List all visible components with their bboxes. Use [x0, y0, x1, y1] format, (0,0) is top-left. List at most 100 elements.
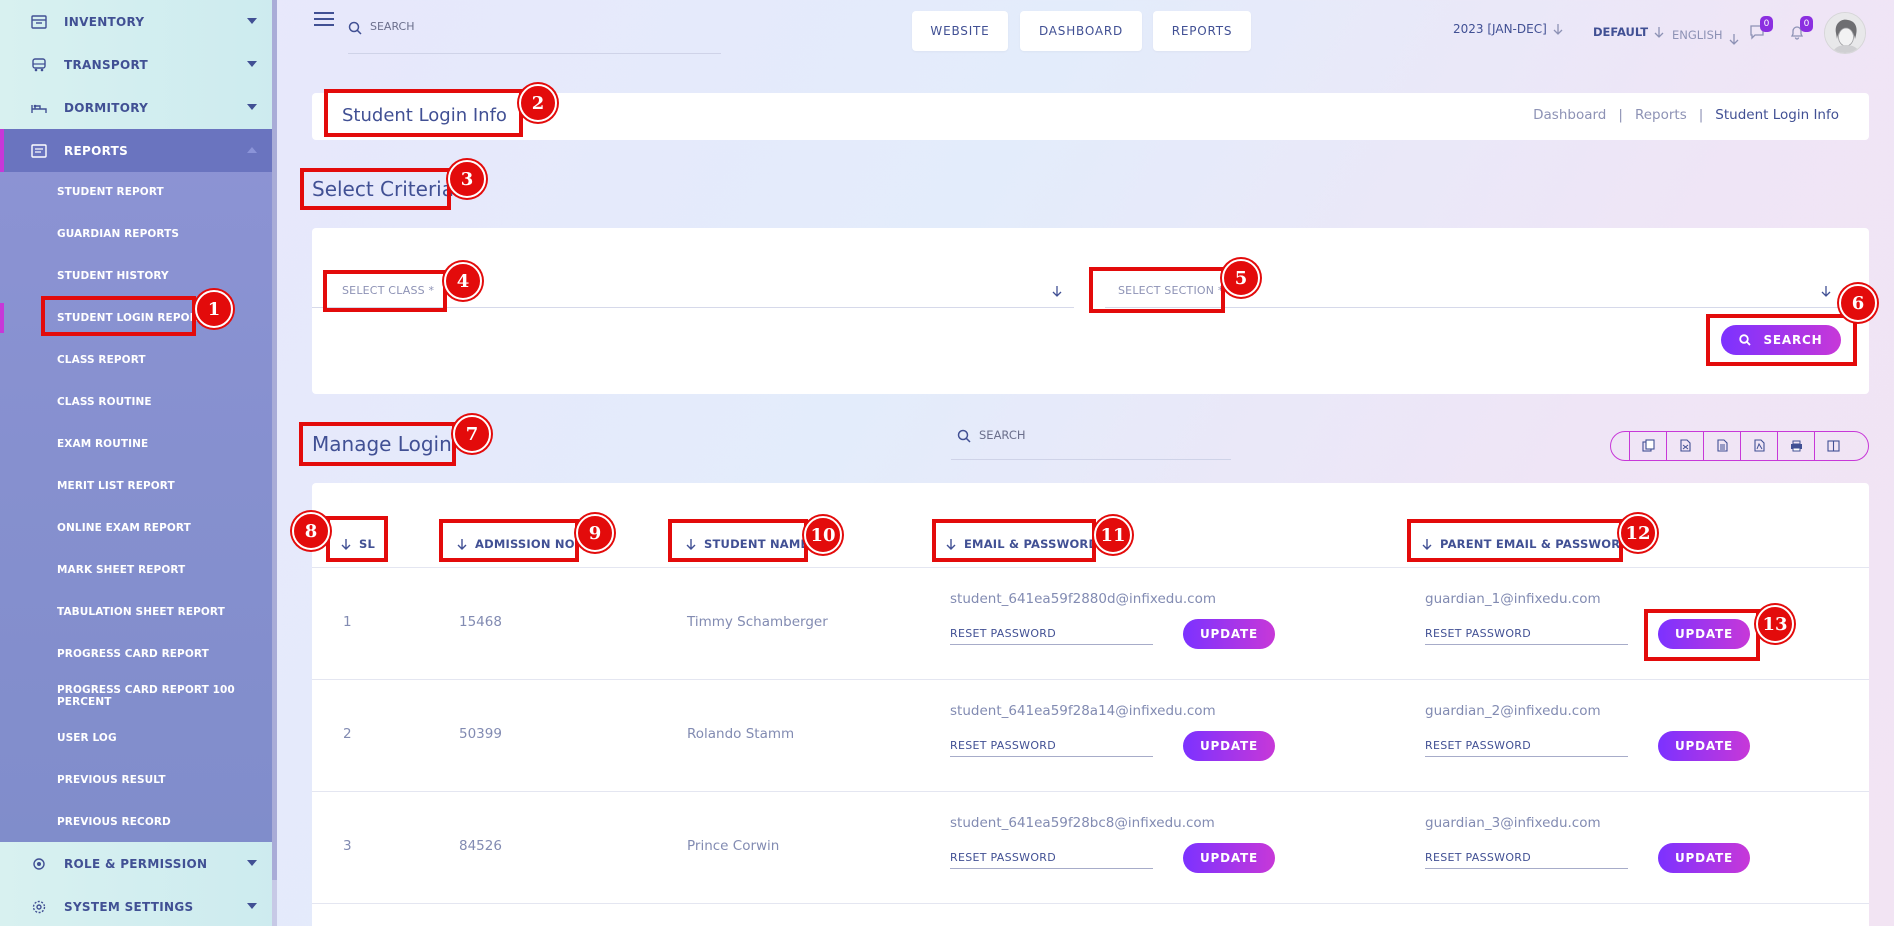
- sidebar-top-menu: INVENTORY TRANSPORT DORMITORY REPORTS: [0, 0, 277, 172]
- breadcrumb-dashboard[interactable]: Dashboard: [1533, 107, 1606, 123]
- sidebar-item-label: TRANSPORT: [64, 57, 148, 72]
- table-search: [951, 424, 1231, 460]
- parent-reset-password-input[interactable]: [1425, 623, 1628, 645]
- annotation-box-12: [1407, 519, 1623, 562]
- dashboard-button[interactable]: DASHBOARD: [1020, 11, 1142, 51]
- top-search-input[interactable]: [370, 20, 670, 33]
- notifications-badge: 0: [1800, 16, 1813, 32]
- student-update-button[interactable]: UPDATE: [1183, 731, 1275, 761]
- arrow-down-icon: [1729, 33, 1739, 45]
- sidebar-subitem-progress-card-report-100[interactable]: PROGRESS CARD REPORT 100 PERCENT: [0, 675, 277, 717]
- parent-reset-password-input[interactable]: [1425, 847, 1628, 869]
- sidebar-item-dormitory[interactable]: DORMITORY: [0, 86, 277, 129]
- sidebar-subitem-online-exam-report[interactable]: ONLINE EXAM REPORT: [0, 507, 277, 549]
- cell-student-name: Rolando Stamm: [687, 726, 795, 742]
- sidebar-subitem-class-routine[interactable]: CLASS ROUTINE: [0, 381, 277, 423]
- annotation-box-6: [1706, 314, 1857, 366]
- sidebar-subitem-student-history[interactable]: STUDENT HISTORY: [0, 255, 277, 297]
- chevron-up-icon: [247, 147, 257, 153]
- sidebar-item-label: REPORTS: [64, 143, 129, 158]
- annotation-marker-10: 10: [804, 516, 842, 554]
- excel-button[interactable]: [1666, 432, 1703, 460]
- cell-sl: 2: [343, 726, 352, 742]
- student-reset-password-input[interactable]: [950, 623, 1153, 645]
- messages-badge: 0: [1760, 16, 1773, 32]
- sidebar-subitem-student-report[interactable]: STUDENT REPORT: [0, 171, 277, 213]
- cell-student-name: Timmy Schamberger: [687, 614, 828, 630]
- sidebar-subitem-mark-sheet-report[interactable]: MARK SHEET REPORT: [0, 549, 277, 591]
- sidebar-subitem-label: USER LOG: [57, 732, 117, 744]
- sidebar-subitem-tabulation-sheet-report[interactable]: TABULATION SHEET REPORT: [0, 591, 277, 633]
- theme-label: DEFAULT: [1593, 25, 1649, 39]
- sidebar-subitem-label: PREVIOUS RECORD: [57, 816, 171, 828]
- student-reset-password-input[interactable]: [950, 735, 1153, 757]
- student-update-button[interactable]: UPDATE: [1183, 843, 1275, 873]
- user-avatar-icon: [1825, 13, 1865, 53]
- annotation-marker-11: 11: [1094, 516, 1132, 554]
- system-settings-icon: [30, 899, 48, 915]
- avatar[interactable]: [1824, 12, 1866, 54]
- sidebar-subitem-progress-card-report[interactable]: PROGRESS CARD REPORT: [0, 633, 277, 675]
- sidebar-item-transport[interactable]: TRANSPORT: [0, 43, 277, 86]
- annotation-marker-5: 5: [1222, 259, 1260, 297]
- reports-submenu: STUDENT REPORT GUARDIAN REPORTS STUDENT …: [0, 171, 277, 843]
- sidebar: INVENTORY TRANSPORT DORMITORY REPORTS ST…: [0, 0, 277, 926]
- sidebar-subitem-user-log[interactable]: USER LOG: [0, 717, 277, 759]
- sidebar-subitem-label: MERIT LIST REPORT: [57, 480, 175, 492]
- student-reset-password-input[interactable]: [950, 847, 1153, 869]
- breadcrumb-separator: |: [1618, 107, 1623, 123]
- sidebar-subitem-merit-list-report[interactable]: MERIT LIST REPORT: [0, 465, 277, 507]
- messages-button[interactable]: 0: [1749, 16, 1773, 40]
- parent-update-button[interactable]: UPDATE: [1658, 843, 1750, 873]
- sidebar-subitem-label: ONLINE EXAM REPORT: [57, 522, 191, 534]
- sidebar-item-inventory[interactable]: INVENTORY: [0, 0, 277, 43]
- copy-button[interactable]: [1629, 432, 1666, 460]
- pdf-icon: [1753, 437, 1765, 456]
- arrow-down-icon: [1654, 26, 1664, 38]
- notifications-button[interactable]: 0: [1789, 16, 1813, 40]
- sidebar-subitem-class-report[interactable]: CLASS REPORT: [0, 339, 277, 381]
- language-select[interactable]: ENGLISH: [1672, 25, 1739, 45]
- parent-update-button[interactable]: UPDATE: [1658, 731, 1750, 761]
- annotation-marker-4: 4: [444, 262, 482, 300]
- sidebar-subitem-label: CLASS ROUTINE: [57, 396, 152, 408]
- csv-button[interactable]: [1703, 432, 1740, 460]
- cell-admission-no: 50399: [459, 726, 502, 742]
- breadcrumb-reports[interactable]: Reports: [1635, 107, 1687, 123]
- annotation-marker-2: 2: [519, 84, 557, 122]
- sidebar-subitem-previous-result[interactable]: PREVIOUS RESULT: [0, 759, 277, 801]
- annotation-box-2: [324, 89, 523, 137]
- cell-student-name: Prince Corwin: [687, 838, 780, 854]
- theme-select[interactable]: DEFAULT: [1593, 25, 1664, 39]
- website-button[interactable]: WEBSITE: [912, 11, 1008, 51]
- parent-reset-password-input[interactable]: [1425, 735, 1628, 757]
- pdf-button[interactable]: [1740, 432, 1777, 460]
- cell-admission-no: 84526: [459, 838, 502, 854]
- breadcrumb-current: Student Login Info: [1715, 107, 1839, 123]
- print-button[interactable]: [1777, 432, 1814, 460]
- sidebar-item-reports[interactable]: REPORTS: [0, 129, 277, 172]
- sidebar-item-system-settings[interactable]: SYSTEM SETTINGS: [0, 885, 277, 926]
- annotation-box-8: [326, 516, 388, 562]
- language-label: ENGLISH: [1672, 28, 1723, 42]
- student-update-button[interactable]: UPDATE: [1183, 619, 1275, 649]
- excel-icon: [1679, 437, 1691, 456]
- chevron-down-icon: [247, 18, 257, 24]
- sidebar-subitem-exam-routine[interactable]: EXAM ROUTINE: [0, 423, 277, 465]
- reports-button[interactable]: REPORTS: [1153, 11, 1251, 51]
- sidebar-item-role-permission[interactable]: ROLE & PERMISSION: [0, 842, 277, 885]
- menu-toggle-icon[interactable]: [314, 12, 334, 28]
- sidebar-subitem-guardian-reports[interactable]: GUARDIAN REPORTS: [0, 213, 277, 255]
- annotation-marker-12: 12: [1619, 514, 1657, 552]
- sidebar-subitem-previous-record[interactable]: PREVIOUS RECORD: [0, 801, 277, 843]
- cell-parent-email: guardian_2@infixedu.com: [1425, 703, 1601, 719]
- annotation-marker-13: 13: [1756, 605, 1794, 643]
- academic-year-select[interactable]: 2023 [JAN-DEC]: [1453, 22, 1563, 36]
- sidebar-scrollbar-thumb[interactable]: [272, 0, 277, 880]
- columns-button[interactable]: [1814, 432, 1851, 460]
- sidebar-scrollbar[interactable]: [272, 0, 277, 926]
- sidebar-subitem-label: MARK SHEET REPORT: [57, 564, 186, 576]
- transport-icon: [30, 57, 48, 73]
- academic-year-label: 2023 [JAN-DEC]: [1453, 22, 1547, 36]
- table-search-input[interactable]: [979, 428, 1199, 442]
